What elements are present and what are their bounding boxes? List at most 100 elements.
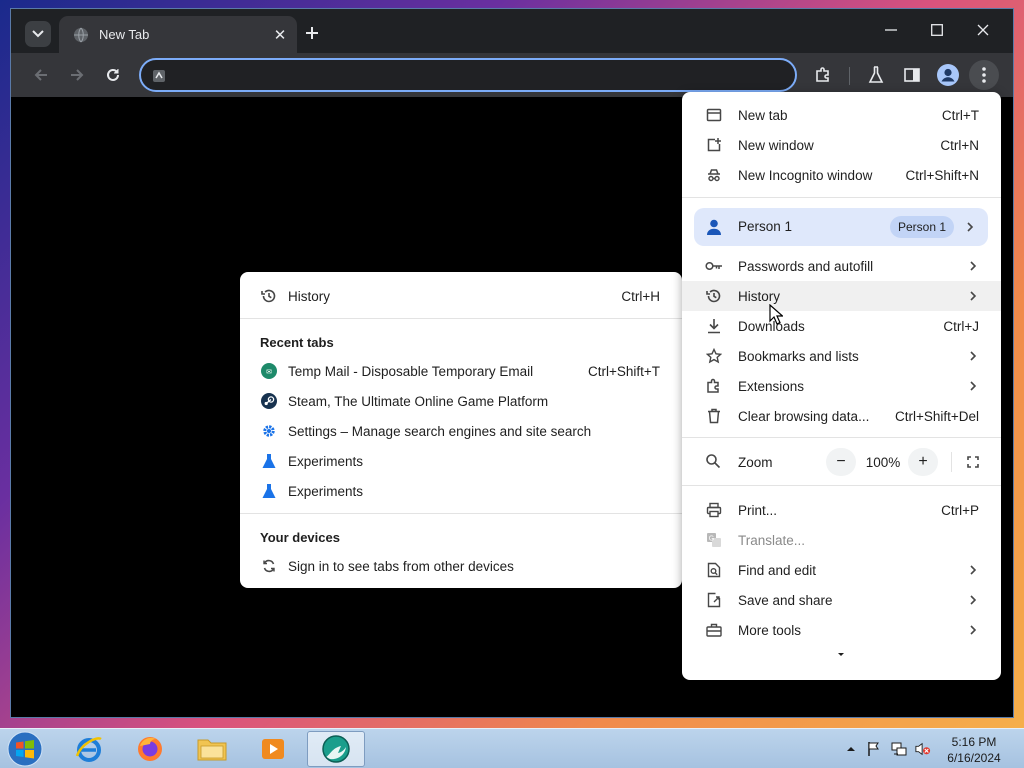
- profile-button[interactable]: [933, 60, 963, 90]
- chevron-right-icon: [969, 594, 979, 606]
- menu-item-downloads[interactable]: Downloads Ctrl+J: [682, 311, 1001, 341]
- taskbar-browser-button[interactable]: [307, 731, 365, 767]
- chevron-right-icon: [969, 624, 979, 636]
- menu-item-passwords[interactable]: Passwords and autofill: [682, 251, 1001, 281]
- browser-app-icon: [322, 735, 350, 763]
- menu-item-find-edit[interactable]: Find and edit: [682, 555, 1001, 585]
- forward-button[interactable]: [62, 60, 92, 90]
- history-icon: [705, 287, 723, 305]
- recent-tab-shortcut: Ctrl+Shift+T: [587, 363, 660, 379]
- recent-tab-label: Steam, The Ultimate Online Game Platform: [288, 393, 549, 409]
- flask-icon: [260, 482, 278, 500]
- taskbar-clock[interactable]: 5:16 PM 6/16/2024: [938, 734, 1010, 766]
- translate-icon: G: [705, 531, 723, 549]
- tab-close-icon[interactable]: ✕: [267, 26, 293, 44]
- zoom-out-button[interactable]: −: [826, 448, 856, 476]
- network-icon[interactable]: [891, 741, 907, 757]
- chevron-right-icon: [969, 260, 979, 272]
- menu-item-print[interactable]: Print... Ctrl+P: [682, 495, 1001, 525]
- menu-item-clear-browsing[interactable]: Clear browsing data... Ctrl+Shift+Del: [682, 401, 1001, 431]
- sync-icon: [260, 557, 278, 575]
- incognito-icon: [705, 166, 723, 184]
- menu-item-new-incognito[interactable]: New Incognito window Ctrl+Shift+N: [682, 160, 1001, 190]
- menu-item-label: History: [738, 288, 781, 304]
- taskbar-ie-button[interactable]: [60, 731, 118, 767]
- reload-icon: [107, 68, 119, 81]
- chrome-menu-button[interactable]: [969, 60, 999, 90]
- minimize-icon: [885, 29, 897, 31]
- maximize-icon: [931, 24, 943, 36]
- history-submenu: History Ctrl+H Recent tabs ✉ Temp Mail -…: [240, 272, 682, 588]
- recent-tab-item[interactable]: Steam, The Ultimate Online Game Platform: [240, 386, 682, 416]
- extensions-button[interactable]: [808, 60, 838, 90]
- reload-button[interactable]: [98, 60, 128, 90]
- person-label: Person 1: [738, 219, 793, 234]
- clock-time: 5:16 PM: [951, 735, 997, 749]
- menu-item-translate[interactable]: G Translate...: [682, 525, 1001, 555]
- chevron-right-icon: [969, 290, 979, 302]
- zoom-in-button[interactable]: +: [908, 448, 938, 476]
- steam-icon: [260, 392, 278, 410]
- menu-item-extensions[interactable]: Extensions: [682, 371, 1001, 401]
- download-icon: [705, 317, 723, 335]
- taskbar-media-player-button[interactable]: [244, 731, 302, 767]
- start-button[interactable]: [6, 731, 44, 767]
- labs-button[interactable]: [861, 60, 891, 90]
- new-tab-button[interactable]: [299, 20, 325, 46]
- save-share-icon: [705, 591, 723, 609]
- minimize-button[interactable]: [869, 13, 913, 47]
- menu-item-person[interactable]: Person 1 Person 1: [694, 208, 988, 246]
- menu-item-shortcut: Ctrl+N: [940, 137, 979, 153]
- globe-icon: [73, 27, 89, 43]
- omnibox[interactable]: [139, 58, 797, 92]
- side-panel-button[interactable]: [897, 60, 927, 90]
- volume-muted-icon[interactable]: [915, 741, 931, 757]
- recent-tab-label: Experiments: [288, 453, 364, 469]
- address-input[interactable]: [175, 63, 775, 87]
- menu-item-history[interactable]: History: [682, 281, 1001, 311]
- sign-in-devices-item[interactable]: Sign in to see tabs from other devices: [240, 551, 682, 581]
- recent-tab-item[interactable]: Experiments: [240, 446, 682, 476]
- menu-item-new-tab[interactable]: New tab Ctrl+T: [682, 100, 1001, 130]
- recent-tab-item[interactable]: Experiments: [240, 476, 682, 506]
- recent-tab-item[interactable]: ✉ Temp Mail - Disposable Temporary Email…: [240, 356, 682, 386]
- action-center-flag-icon[interactable]: [866, 741, 882, 757]
- menu-item-new-window[interactable]: New window Ctrl+N: [682, 130, 1001, 160]
- recent-tab-item[interactable]: Settings – Manage search engines and sit…: [240, 416, 682, 446]
- menu-item-more-tools[interactable]: More tools: [682, 615, 1001, 645]
- svg-text:G: G: [709, 536, 714, 543]
- tray-expand-icon[interactable]: [846, 741, 862, 757]
- menu-item-bookmarks[interactable]: Bookmarks and lists: [682, 341, 1001, 371]
- new-window-icon: [705, 136, 723, 154]
- menu-item-label: Extensions: [738, 378, 805, 394]
- fullscreen-button[interactable]: [959, 448, 987, 476]
- toolbox-icon: [705, 621, 723, 639]
- divider: [240, 318, 682, 319]
- tab-search-button[interactable]: [25, 21, 51, 47]
- puzzle-icon: [816, 67, 829, 82]
- zoom-row: Zoom − 100% +: [682, 447, 1001, 477]
- back-button[interactable]: [26, 60, 56, 90]
- divider: [682, 437, 1001, 438]
- maximize-button[interactable]: [915, 13, 959, 47]
- scroll-down-caret-icon[interactable]: [836, 652, 846, 660]
- recent-tabs-heading: Recent tabs: [260, 335, 334, 350]
- toolbar: [11, 53, 1013, 97]
- divider: [682, 197, 1001, 198]
- menu-item-shortcut: Ctrl+Shift+N: [905, 167, 979, 183]
- close-icon: [977, 24, 989, 36]
- menu-item-save-share[interactable]: Save and share: [682, 585, 1001, 615]
- zoom-label: Zoom: [738, 455, 773, 470]
- chevron-right-icon: [966, 221, 976, 233]
- taskbar-firefox-button[interactable]: [121, 731, 179, 767]
- folder-icon: [197, 739, 227, 761]
- taskbar-explorer-button[interactable]: [183, 731, 241, 767]
- menu-item-label: Translate...: [738, 532, 806, 548]
- tempmail-icon: ✉: [260, 362, 278, 380]
- tab-new-tab[interactable]: New Tab ✕: [59, 16, 297, 53]
- history-item[interactable]: History Ctrl+H: [240, 281, 682, 311]
- fullscreen-icon: [967, 456, 979, 468]
- toolbar-divider: [849, 67, 850, 85]
- new-tab-icon: [705, 106, 723, 124]
- close-window-button[interactable]: [961, 13, 1005, 47]
